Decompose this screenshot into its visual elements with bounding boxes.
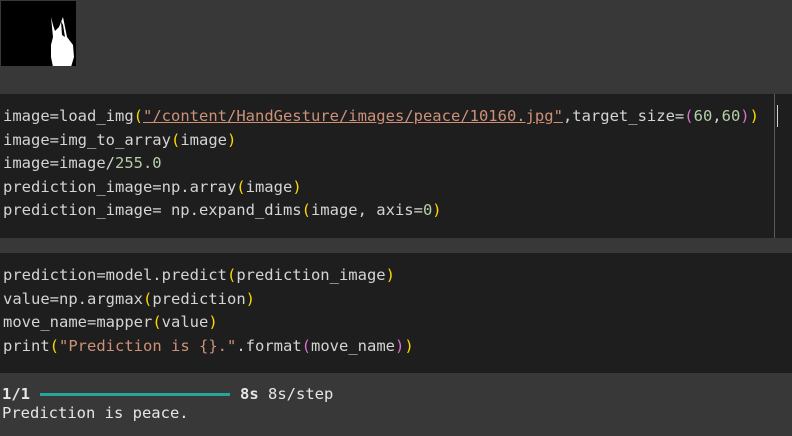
code-token: prediction=model.predict <box>3 266 227 284</box>
code-editor-cell2[interactable]: prediction=model.predict(prediction_imag… <box>3 264 414 358</box>
code-token: "Prediction is {}." <box>59 336 237 355</box>
code-token: ) <box>404 336 414 355</box>
code-token: ( <box>170 130 181 149</box>
code-token: prediction_image=np.array <box>3 177 237 196</box>
code-line[interactable]: prediction_image=np.array(image) <box>3 176 759 200</box>
code-token: ( <box>684 107 694 125</box>
code-token: prediction <box>152 289 246 308</box>
code-cell-predict[interactable]: prediction=model.predict(prediction_imag… <box>0 253 792 373</box>
prediction-result: Prediction is peace. <box>2 404 189 422</box>
code-token: 60 <box>721 107 741 125</box>
code-token: print <box>3 336 50 355</box>
code-token: ( <box>301 201 311 220</box>
code-token: "/content/HandGesture/images/peace/10160… <box>143 107 563 125</box>
code-token: prediction_image <box>236 266 386 284</box>
code-token: image <box>245 177 293 196</box>
code-line[interactable]: print("Prediction is {}.".format(move_na… <box>3 335 414 359</box>
elapsed-time: 8s <box>240 385 259 403</box>
image-output-area <box>0 0 792 94</box>
code-token: prediction_image= np.expand_dims <box>3 201 302 220</box>
code-token: ) <box>245 289 255 308</box>
code-token: image <box>180 130 227 149</box>
code-token: image=load_img <box>3 107 134 125</box>
hand-gesture-thumbnail <box>1 1 76 67</box>
progress-bar <box>40 392 230 396</box>
code-token: ( <box>236 177 246 196</box>
code-token: image=img_to_array <box>3 130 171 149</box>
code-line[interactable]: image=img_to_array(image) <box>3 129 759 153</box>
code-cell-load-image[interactable]: image=load_img("/content/HandGesture/ima… <box>0 94 792 238</box>
cell-separator <box>0 238 792 253</box>
code-token: 0 <box>422 201 433 220</box>
code-token: ) <box>385 266 395 284</box>
code-token: ( <box>49 336 60 355</box>
code-token: image, axis= <box>310 201 423 220</box>
code-token: ( <box>152 313 162 332</box>
code-line[interactable]: move_name=mapper(value) <box>3 311 414 335</box>
hand-silhouette-icon <box>51 17 74 67</box>
step-count: 1/1 <box>2 385 30 403</box>
code-token: image=image/ <box>3 154 115 173</box>
code-token: ( <box>301 336 311 355</box>
code-token: 255.0 <box>114 154 162 173</box>
code-token: ) <box>432 201 442 220</box>
code-token: ( <box>142 289 153 308</box>
code-token: ) <box>749 107 759 125</box>
time-per-step: 8s/step <box>268 385 334 403</box>
code-token: , <box>712 107 722 125</box>
code-line[interactable]: prediction=model.predict(prediction_imag… <box>3 264 414 288</box>
code-token: ) <box>208 313 218 332</box>
code-token: ,target_size= <box>562 107 685 125</box>
code-line[interactable]: image=load_img("/content/HandGesture/ima… <box>3 105 759 129</box>
text-cursor <box>777 105 778 127</box>
code-token: .format <box>236 336 302 355</box>
code-token: move_name <box>311 336 395 355</box>
code-token: move_name=mapper <box>3 313 153 332</box>
code-token: ) <box>227 130 237 149</box>
code-token: 60 <box>693 107 713 125</box>
code-editor-cell1[interactable]: image=load_img("/content/HandGesture/ima… <box>3 105 759 223</box>
code-token: ) <box>740 107 750 125</box>
code-line[interactable]: value=np.argmax(prediction) <box>3 288 414 312</box>
code-token: ( <box>133 107 143 125</box>
code-token: ) <box>395 336 405 355</box>
code-line[interactable]: prediction_image= np.expand_dims(image, … <box>3 199 759 223</box>
code-token: ) <box>292 177 302 196</box>
editor-scrollbar[interactable] <box>774 94 775 238</box>
code-token: ( <box>226 266 237 284</box>
code-token: value <box>161 313 209 332</box>
code-line[interactable]: image=image/255.0 <box>3 152 759 176</box>
cell-output: 1/1 8s 8s/step Prediction is peace. <box>0 373 792 436</box>
progress-line: 1/1 8s 8s/step <box>2 383 333 405</box>
code-token: value=np.argmax <box>3 289 143 308</box>
